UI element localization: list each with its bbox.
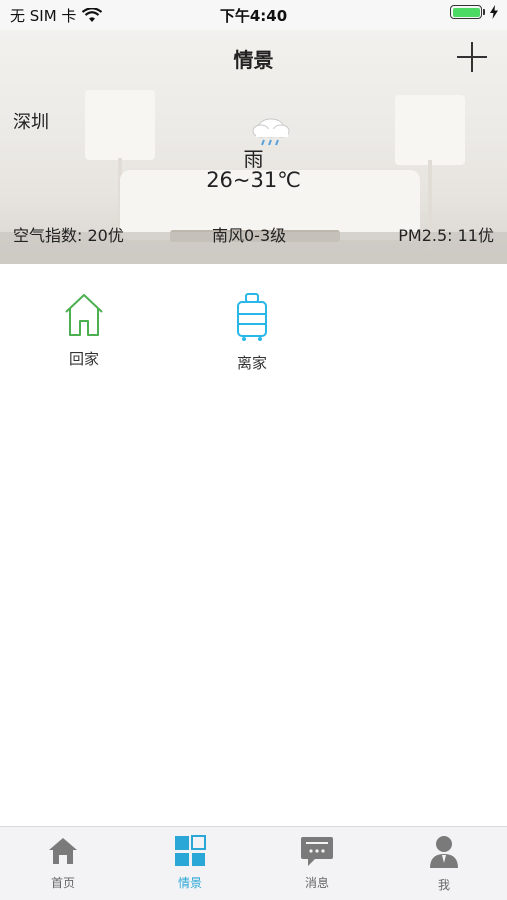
add-scene-button[interactable] bbox=[455, 40, 489, 74]
temperature-range: 26~31℃ bbox=[206, 168, 301, 192]
tab-messages-label: 消息 bbox=[304, 876, 329, 890]
charging-icon bbox=[490, 5, 498, 19]
pm25-info: PM2.5: 11优 bbox=[398, 226, 494, 245]
scene-away[interactable]: 离家 bbox=[192, 292, 312, 373]
page-title: 情景 bbox=[233, 48, 274, 72]
scene-home[interactable]: 回家 bbox=[24, 292, 144, 369]
tab-scenes-label: 情景 bbox=[177, 876, 202, 890]
tab-messages[interactable]: 消息 bbox=[254, 827, 380, 900]
scene-away-label: 离家 bbox=[236, 354, 267, 372]
user-icon bbox=[430, 836, 458, 868]
tab-home-label: 首页 bbox=[50, 876, 75, 890]
weather-header: 情景 深圳 雨 26~31℃ 空气指数: 20优 南风0-3级 PM2.5: 1… bbox=[0, 30, 507, 264]
city-label: 深圳 bbox=[13, 112, 49, 133]
tab-me-label: 我 bbox=[437, 878, 450, 892]
tab-bar: 首页 情景 消息 我 bbox=[0, 826, 507, 900]
home-icon bbox=[49, 838, 77, 864]
message-icon bbox=[301, 837, 333, 866]
home-icon bbox=[65, 294, 103, 336]
tab-home[interactable]: 首页 bbox=[0, 827, 126, 900]
suitcase-icon bbox=[237, 293, 267, 341]
status-bar: 无 SIM 卡 下午4:40 bbox=[0, 0, 507, 30]
tab-scenes[interactable]: 情景 bbox=[127, 827, 253, 900]
battery-icon bbox=[450, 5, 482, 19]
air-quality: 空气指数: 20优 bbox=[13, 226, 124, 245]
plus-icon bbox=[457, 42, 487, 72]
wind-info: 南风0-3级 bbox=[212, 226, 287, 245]
status-time: 下午4:40 bbox=[219, 7, 288, 25]
tab-me[interactable]: 我 bbox=[381, 827, 507, 900]
grid-icon bbox=[175, 835, 206, 866]
status-bar-right bbox=[450, 5, 499, 19]
scene-home-label: 回家 bbox=[68, 350, 99, 368]
